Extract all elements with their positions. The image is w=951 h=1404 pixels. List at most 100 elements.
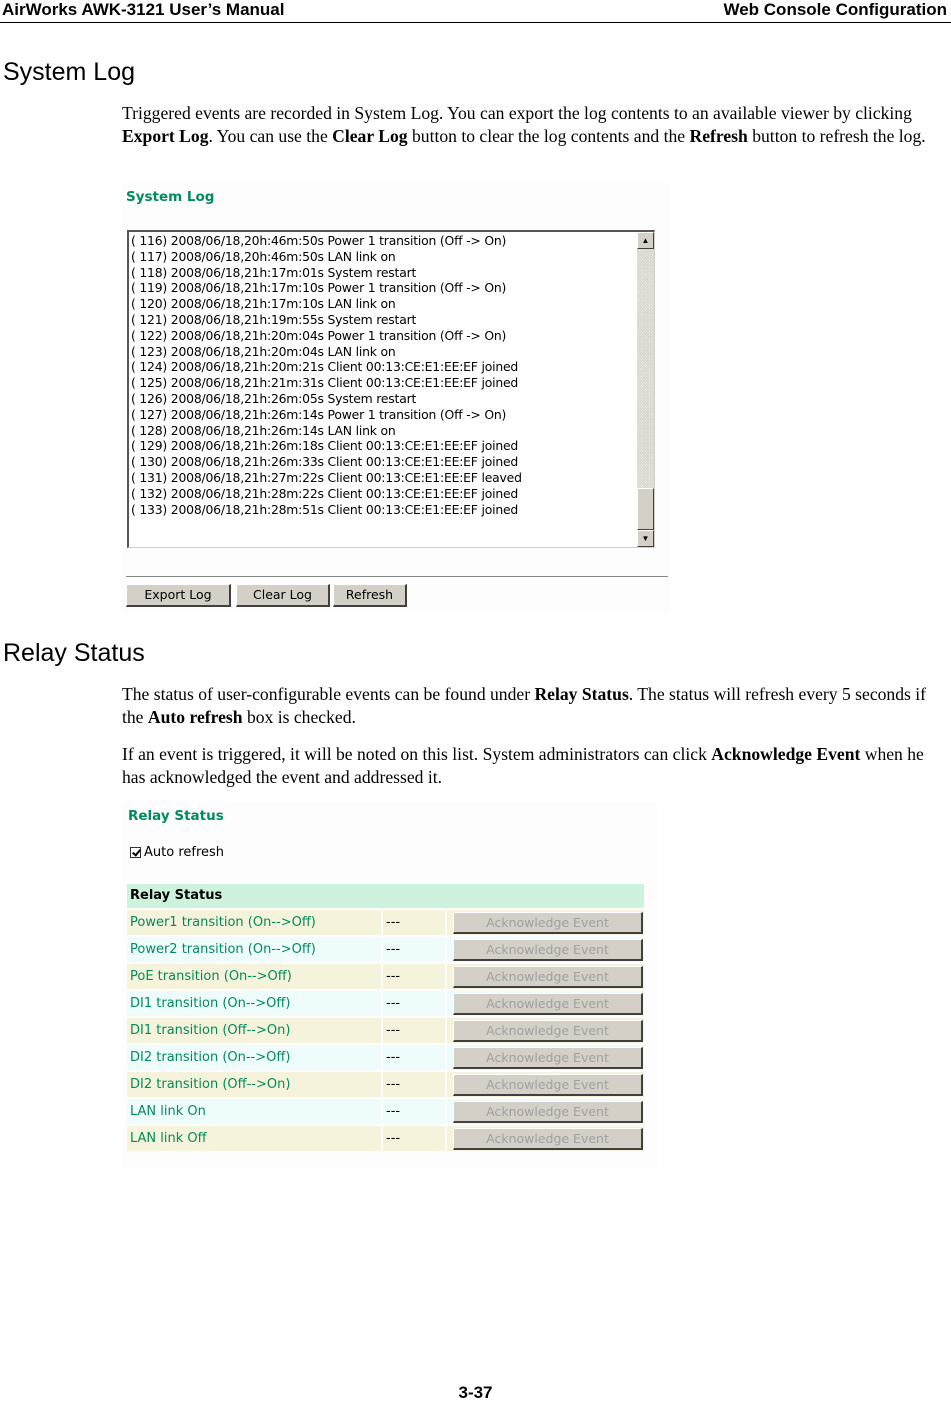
page-header: AirWorks AWK-3121 User’s Manual Web Cons… [0, 0, 951, 23]
bold-run: Acknowledge Event [711, 744, 861, 764]
relay-table-row: DI1 transition (On-->Off) --- Acknowledge … [127, 991, 644, 1016]
acknowledge-event-button[interactable]: Acknowledge Event [453, 993, 643, 1015]
text-run: button to clear the log contents and the [407, 126, 690, 146]
log-lines: ( 116) 2008/06/18,20h:46m:50s Power 1 tr… [131, 233, 636, 517]
relay-table-row: LAN link Off --- Acknowledge Event [127, 1126, 644, 1151]
relay-action-cell: Acknowledge Event [447, 1045, 644, 1070]
acknowledge-description: If an event is triggered, it will be not… [122, 743, 942, 789]
log-entry: ( 133) 2008/06/18,21h:28m:51s Client 00:… [131, 501, 519, 517]
scroll-up-icon[interactable]: ▲ [637, 232, 654, 249]
text-run: . You can use the [208, 126, 333, 146]
log-entry: ( 119) 2008/06/18,21h:17m:10s Power 1 tr… [131, 280, 507, 296]
acknowledge-event-button[interactable]: Acknowledge Event [453, 1128, 643, 1150]
relay-action-cell: Acknowledge Event [447, 1018, 644, 1043]
relay-table-header: Relay Status [127, 884, 644, 908]
log-entry: ( 118) 2008/06/18,21h:17m:01s System res… [131, 264, 417, 280]
log-entry: ( 121) 2008/06/18,21h:19m:55s System res… [131, 311, 417, 327]
relay-action-cell: Acknowledge Event [447, 991, 644, 1016]
scroll-down-icon[interactable]: ▼ [637, 530, 654, 547]
bold-run: Clear Log [332, 126, 408, 146]
acknowledge-event-button[interactable]: Acknowledge Event [453, 912, 643, 934]
log-entry: ( 127) 2008/06/18,21h:26m:14s Power 1 tr… [131, 406, 507, 422]
refresh-button[interactable]: Refresh [333, 584, 407, 607]
relay-event-name: DI2 transition (Off-->On) [127, 1072, 381, 1097]
relay-event-name: DI2 transition (On-->Off) [127, 1045, 381, 1070]
relay-event-status: --- [383, 991, 445, 1016]
text-run: The status of user-configurable events c… [122, 684, 535, 704]
log-entry: ( 116) 2008/06/18,20h:46m:50s Power 1 tr… [131, 233, 507, 248]
relay-event-name: PoE transition (On-->Off) [127, 964, 381, 989]
relay-table-row: Power2 transition (On-->Off) --- Acknowled… [127, 937, 644, 962]
relay-table-row: DI1 transition (Off-->On) --- Acknowledge … [127, 1018, 644, 1043]
relay-event-status: --- [383, 1072, 445, 1097]
system-log-description: Triggered events are recorded in System … [122, 102, 942, 148]
log-entry: ( 125) 2008/06/18,21h:21m:31s Client 00:… [131, 375, 519, 391]
log-entry: ( 132) 2008/06/18,21h:28m:22s Client 00:… [131, 485, 519, 501]
chapter-title: Web Console Configuration [723, 0, 947, 19]
log-entry: ( 117) 2008/06/18,20h:46m:50s LAN link o… [131, 248, 396, 264]
bold-run: Auto refresh [147, 707, 243, 727]
relay-table-row: DI2 transition (Off-->On) --- Acknowledge … [127, 1072, 644, 1097]
acknowledge-event-button[interactable]: Acknowledge Event [453, 966, 643, 988]
relay-event-status: --- [383, 1099, 445, 1124]
acknowledge-event-button[interactable]: Acknowledge Event [453, 1101, 643, 1123]
log-textarea[interactable]: ( 116) 2008/06/18,20h:46m:50s Power 1 tr… [127, 230, 655, 548]
log-scrollbar[interactable]: ▲ ▼ [637, 232, 654, 547]
relay-event-status: --- [383, 964, 445, 989]
relay-status-heading: Relay Status [3, 639, 145, 667]
relay-action-cell: Acknowledge Event [447, 1126, 644, 1151]
log-entry: ( 130) 2008/06/18,21h:26m:33s Client 00:… [131, 454, 519, 470]
scroll-thumb[interactable] [637, 488, 654, 530]
auto-refresh-checkbox[interactable] [130, 847, 141, 858]
relay-status-panel-title: Relay Status [128, 808, 224, 824]
acknowledge-event-button[interactable]: Acknowledge Event [453, 939, 643, 961]
page-number: 3-37 [458, 1383, 493, 1402]
relay-action-cell: Acknowledge Event [447, 964, 644, 989]
relay-event-status: --- [383, 937, 445, 962]
relay-event-status: --- [383, 1126, 445, 1151]
relay-table-row: PoE transition (On-->Off) --- Acknowledge … [127, 964, 644, 989]
relay-event-name: Power2 transition (On-->Off) [127, 937, 381, 962]
log-entry: ( 129) 2008/06/18,21h:26m:18s Client 00:… [131, 438, 519, 454]
relay-event-status: --- [383, 1018, 445, 1043]
relay-status-description: The status of user-configurable events c… [122, 683, 942, 729]
auto-refresh-label: Auto refresh [144, 845, 225, 860]
bold-run: Relay Status [534, 684, 629, 704]
log-entry: ( 122) 2008/06/18,21h:20m:04s Power 1 tr… [131, 327, 507, 343]
divider [126, 576, 668, 578]
relay-action-cell: Acknowledge Event [447, 910, 644, 935]
text-run: button to refresh the log. [747, 126, 926, 146]
relay-event-status: --- [383, 1045, 445, 1070]
text-run: If an event is triggered, it will be not… [122, 744, 712, 764]
relay-event-status: --- [383, 910, 445, 935]
acknowledge-event-button[interactable]: Acknowledge Event [453, 1047, 643, 1069]
relay-action-cell: Acknowledge Event [447, 1099, 644, 1124]
log-entry: ( 126) 2008/06/18,21h:26m:05s System res… [131, 390, 417, 406]
bold-run: Export Log [122, 126, 209, 146]
relay-event-name: DI1 transition (On-->Off) [127, 991, 381, 1016]
export-log-button[interactable]: Export Log [126, 584, 231, 607]
log-entry: ( 123) 2008/06/18,21h:20m:04s LAN link o… [131, 343, 396, 359]
log-entry: ( 124) 2008/06/18,21h:20m:21s Client 00:… [131, 359, 519, 375]
auto-refresh-option[interactable]: Auto refresh [130, 845, 224, 860]
relay-event-name: DI1 transition (Off-->On) [127, 1018, 381, 1043]
log-entry: ( 131) 2008/06/18,21h:27m:22s Client 00:… [131, 469, 522, 485]
system-log-panel-title: System Log [126, 189, 215, 205]
relay-action-cell: Acknowledge Event [447, 937, 644, 962]
log-entry: ( 128) 2008/06/18,21h:26m:14s LAN link o… [131, 422, 396, 438]
acknowledge-event-button[interactable]: Acknowledge Event [453, 1074, 643, 1096]
relay-table-row: Power1 transition (On-->Off) --- Acknowled… [127, 910, 644, 935]
system-log-heading: System Log [3, 58, 136, 86]
relay-event-name: Power1 transition (On-->Off) [127, 910, 381, 935]
relay-table-row: DI2 transition (On-->Off) --- Acknowledge … [127, 1045, 644, 1070]
relay-event-name: LAN link On [127, 1099, 381, 1124]
text-run: Triggered events are recorded in System … [122, 103, 912, 123]
relay-event-name: LAN link Off [127, 1126, 381, 1151]
manual-title: AirWorks AWK-3121 User’s Manual [2, 0, 285, 19]
relay-action-cell: Acknowledge Event [447, 1072, 644, 1097]
text-run: box is checked. [242, 707, 356, 727]
log-entry: ( 120) 2008/06/18,21h:17m:10s LAN link o… [131, 296, 396, 312]
bold-run: Refresh [689, 126, 748, 146]
acknowledge-event-button[interactable]: Acknowledge Event [453, 1020, 643, 1042]
clear-log-button[interactable]: Clear Log [236, 584, 330, 607]
